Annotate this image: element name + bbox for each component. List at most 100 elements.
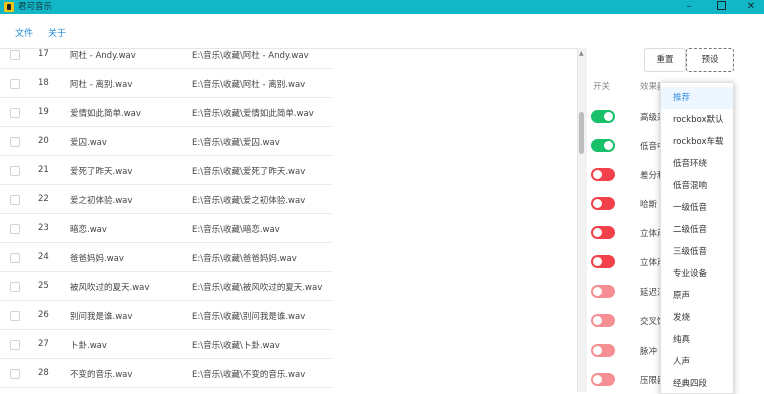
effect-label: 交叉馈: [640, 317, 662, 327]
song-path: E:\音乐\收藏\爱囚.wav: [192, 138, 280, 148]
song-path: E:\音乐\收藏\爸爸妈妈.wav: [192, 254, 297, 264]
row-number: 26: [38, 310, 49, 320]
row-checkbox[interactable]: [10, 166, 20, 176]
row-checkbox[interactable]: [10, 311, 20, 321]
song-path: E:\音乐\收藏\被风吹过的夏天.wav: [192, 283, 323, 293]
effect-label: 压限器: [640, 376, 662, 386]
song-name: 别问我是谁.wav: [70, 312, 133, 322]
effect-label: 立体声: [640, 258, 662, 268]
row-checkbox[interactable]: [10, 195, 20, 205]
toggle-knob: [593, 199, 602, 208]
preset-option[interactable]: 低音混响: [661, 175, 733, 197]
reset-button[interactable]: 重置: [644, 48, 686, 72]
table-row[interactable]: 22 爱之初体验.wav E:\音乐\收藏\爱之初体验.wav: [0, 185, 577, 214]
menu-file[interactable]: 文件: [15, 26, 33, 39]
app-logo-icon: [4, 2, 14, 12]
row-number: 28: [38, 368, 49, 378]
effect-label: 哈斯: [640, 200, 658, 210]
preset-option[interactable]: 二级低音: [661, 219, 733, 241]
maximize-button[interactable]: [706, 0, 736, 14]
table-row[interactable]: 24 爸爸妈妈.wav E:\音乐\收藏\爸爸妈妈.wav: [0, 243, 577, 272]
preset-option[interactable]: 人声: [661, 351, 733, 373]
row-checkbox[interactable]: [10, 137, 20, 147]
song-path: E:\音乐\收藏\暗恋.wav: [192, 225, 280, 235]
table-row[interactable]: 27 卜卦.wav E:\音乐\收藏\卜卦.wav: [0, 330, 577, 359]
row-checkbox[interactable]: [10, 224, 20, 234]
row-checkbox[interactable]: [10, 253, 20, 263]
row-checkbox[interactable]: [10, 340, 20, 350]
row-checkbox[interactable]: [10, 282, 20, 292]
row-number: 23: [38, 223, 49, 233]
preset-option[interactable]: 发烧: [661, 307, 733, 329]
scroll-up-icon[interactable]: ▲: [579, 50, 584, 57]
effect-label: 延迟混: [640, 288, 662, 298]
preset-option[interactable]: 原声: [661, 285, 733, 307]
song-table: 17 阿杜 - Andy.wav E:\音乐\收藏\阿杜 - Andy.wav …: [0, 48, 577, 392]
table-row[interactable]: 18 阿杜 - 离别.wav E:\音乐\收藏\阿杜 - 离别.wav: [0, 69, 577, 98]
preset-option[interactable]: rockbox车载: [661, 131, 733, 153]
effect-toggle[interactable]: [591, 314, 615, 327]
row-number: 27: [38, 339, 49, 349]
song-name: 阿杜 - 离别.wav: [70, 80, 133, 90]
song-path: E:\音乐\收藏\别问我是谁.wav: [192, 312, 306, 322]
preset-option[interactable]: 经典四段: [661, 373, 733, 393]
effect-toggle[interactable]: [591, 226, 615, 239]
effect-label: 差分和: [640, 171, 662, 181]
table-row[interactable]: 28 不变的音乐.wav E:\音乐\收藏\不变的音乐.wav: [0, 359, 577, 388]
row-checkbox[interactable]: [10, 50, 20, 60]
row-number: 17: [38, 49, 49, 59]
song-name: 暗恋.wav: [70, 225, 107, 235]
effect-toggle[interactable]: [591, 255, 615, 268]
row-checkbox[interactable]: [10, 108, 20, 118]
row-checkbox[interactable]: [10, 79, 20, 89]
table-row[interactable]: 25 被风吹过的夏天.wav E:\音乐\收藏\被风吹过的夏天.wav: [0, 272, 577, 301]
toggle-knob: [593, 170, 602, 179]
table-row[interactable]: 23 暗恋.wav E:\音乐\收藏\暗恋.wav: [0, 214, 577, 243]
row-number: 24: [38, 252, 49, 262]
effect-toggle[interactable]: [591, 373, 615, 386]
preset-option[interactable]: 低音环绕: [661, 153, 733, 175]
table-scrollbar[interactable]: [577, 48, 587, 392]
toggle-knob: [593, 257, 602, 266]
scrollbar-thumb[interactable]: [579, 112, 584, 154]
close-button[interactable]: ✕: [736, 0, 764, 14]
song-path: E:\音乐\收藏\爱情如此简单.wav: [192, 109, 314, 119]
preset-option[interactable]: 推荐: [661, 87, 733, 109]
toggle-knob: [593, 287, 602, 296]
song-name: 阿杜 - Andy.wav: [70, 51, 136, 61]
effect-toggle[interactable]: [591, 110, 615, 123]
effect-toggle[interactable]: [591, 197, 615, 210]
table-row[interactable]: 17 阿杜 - Andy.wav E:\音乐\收藏\阿杜 - Andy.wav: [0, 48, 577, 69]
menu-about[interactable]: 关于: [48, 26, 66, 39]
effect-toggle[interactable]: [591, 285, 615, 298]
song-name: 爸爸妈妈.wav: [70, 254, 124, 264]
song-path: E:\音乐\收藏\不变的音乐.wav: [192, 370, 306, 380]
preset-option[interactable]: 三级低音: [661, 241, 733, 263]
song-name: 不变的音乐.wav: [70, 370, 133, 380]
preset-option[interactable]: 一级低音: [661, 197, 733, 219]
row-checkbox[interactable]: [10, 369, 20, 379]
effect-label: 低音中: [640, 142, 662, 152]
preset-option[interactable]: 纯真: [661, 329, 733, 351]
row-number: 18: [38, 78, 49, 88]
preset-option[interactable]: 专业设备: [661, 263, 733, 285]
row-number: 19: [38, 107, 49, 117]
switch-column-header: 开关: [593, 82, 611, 92]
effect-toggle[interactable]: [591, 168, 615, 181]
song-name: 爱情如此简单.wav: [70, 109, 141, 119]
song-path: E:\音乐\收藏\阿杜 - 离别.wav: [192, 80, 306, 90]
toggle-knob: [593, 316, 602, 325]
table-row[interactable]: 19 爱情如此简单.wav E:\音乐\收藏\爱情如此简单.wav: [0, 98, 577, 127]
effect-toggle[interactable]: [591, 139, 615, 152]
preset-option[interactable]: rockbox默认: [661, 109, 733, 131]
minimize-button[interactable]: –: [674, 0, 704, 14]
effect-toggle[interactable]: [591, 344, 615, 357]
table-row[interactable]: 20 爱囚.wav E:\音乐\收藏\爱囚.wav: [0, 127, 577, 156]
preset-dropdown: 推荐 rockbox默认 rockbox车载 低音环绕 低音混响 一级低音 二级…: [660, 82, 734, 394]
table-row[interactable]: 26 别问我是谁.wav E:\音乐\收藏\别问我是谁.wav: [0, 301, 577, 330]
preset-button[interactable]: 预设: [686, 48, 734, 72]
song-name: 爱囚.wav: [70, 138, 107, 148]
table-row[interactable]: 21 爱死了昨天.wav E:\音乐\收藏\爱死了昨天.wav: [0, 156, 577, 185]
song-name: 卜卦.wav: [70, 341, 107, 351]
toggle-knob: [593, 375, 602, 384]
